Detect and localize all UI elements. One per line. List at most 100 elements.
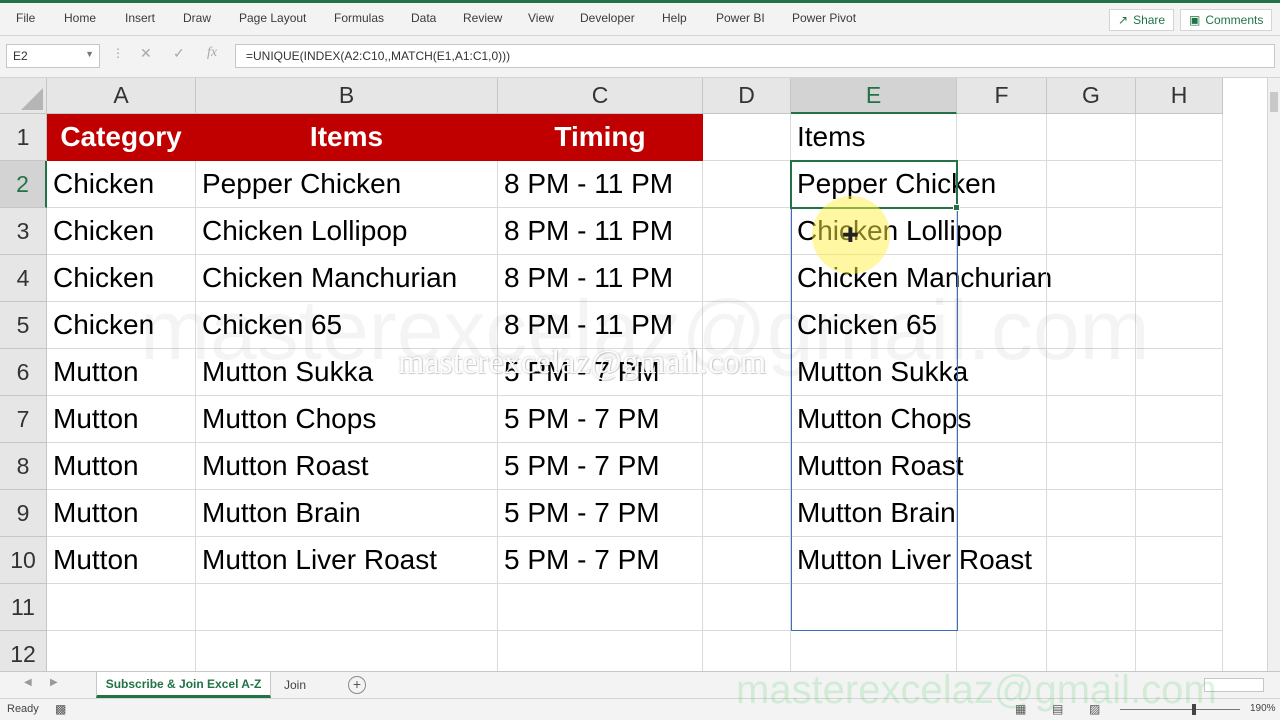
row-header-10[interactable]: 10 (0, 537, 47, 584)
row-header-4[interactable]: 4 (0, 255, 47, 302)
tab-help[interactable]: Help (662, 11, 687, 25)
cell-f5[interactable] (957, 302, 1047, 349)
row-header-12[interactable]: 12 (0, 631, 47, 671)
normal-view-icon[interactable]: ▦ (1015, 702, 1026, 716)
cell-f7[interactable] (957, 396, 1047, 443)
vertical-scrollbar[interactable] (1267, 78, 1280, 671)
tab-insert[interactable]: Insert (125, 11, 155, 25)
cell-h10[interactable] (1136, 537, 1223, 584)
cell-c4[interactable]: 8 PM - 11 PM (498, 255, 703, 302)
cell-d8[interactable] (703, 443, 791, 490)
cell-g5[interactable] (1047, 302, 1136, 349)
cell-f12[interactable] (957, 631, 1047, 671)
tab-data[interactable]: Data (411, 11, 436, 25)
cell-c3[interactable]: 8 PM - 11 PM (498, 208, 703, 255)
cell-b11[interactable] (196, 584, 498, 631)
cell-c5[interactable]: 8 PM - 11 PM (498, 302, 703, 349)
cell-a10[interactable]: Mutton (47, 537, 196, 584)
cell-g12[interactable] (1047, 631, 1136, 671)
cell-e3[interactable]: Chicken Lollipop (791, 208, 1002, 255)
cell-d12[interactable] (703, 631, 791, 671)
cell-h2[interactable] (1136, 161, 1223, 208)
vertical-scroll-thumb[interactable] (1270, 92, 1278, 112)
tab-review[interactable]: Review (463, 11, 502, 25)
row-header-9[interactable]: 9 (0, 490, 47, 537)
select-all-corner[interactable] (0, 78, 47, 114)
tab-home[interactable]: Home (64, 11, 96, 25)
cell-b3[interactable]: Chicken Lollipop (196, 208, 498, 255)
cell-e9[interactable]: Mutton Brain (791, 490, 957, 537)
column-header-f[interactable]: F (957, 78, 1047, 114)
column-header-d[interactable]: D (703, 78, 791, 114)
column-header-e[interactable]: E (791, 78, 957, 114)
cell-f9[interactable] (957, 490, 1047, 537)
cell-c12[interactable] (498, 631, 703, 671)
cell-h1[interactable] (1136, 114, 1223, 161)
zoom-level[interactable]: 190% (1250, 703, 1276, 714)
tab-file[interactable]: File (16, 11, 35, 25)
cell-e10[interactable]: Mutton Liver Roast (791, 537, 1032, 584)
cell-b7[interactable]: Mutton Chops (196, 396, 498, 443)
cell-f8[interactable] (957, 443, 1047, 490)
row-header-6[interactable]: 6 (0, 349, 47, 396)
cell-b9[interactable]: Mutton Brain (196, 490, 498, 537)
tab-page-layout[interactable]: Page Layout (239, 11, 306, 25)
cell-a5[interactable]: Chicken (47, 302, 196, 349)
cell-h6[interactable] (1136, 349, 1223, 396)
cell-b10[interactable]: Mutton Liver Roast (196, 537, 498, 584)
cell-e12[interactable] (791, 631, 957, 671)
worksheet-grid[interactable]: A B C D E F G H 1 Category Items Timing Items 2 Chicke… (0, 78, 1267, 671)
cell-d3[interactable] (703, 208, 791, 255)
cell-f1[interactable] (957, 114, 1047, 161)
cell-f6[interactable] (957, 349, 1047, 396)
cell-b2[interactable]: Pepper Chicken (196, 161, 498, 208)
cell-g4[interactable] (1047, 255, 1136, 302)
cell-h12[interactable] (1136, 631, 1223, 671)
chevron-down-icon[interactable]: ▼ (85, 49, 94, 59)
cell-a11[interactable] (47, 584, 196, 631)
column-header-c[interactable]: C (498, 78, 703, 114)
cell-c6[interactable]: 5 PM - 7 PM (498, 349, 703, 396)
cell-b4[interactable]: Chicken Manchurian (196, 255, 498, 302)
column-header-g[interactable]: G (1047, 78, 1136, 114)
cell-b12[interactable] (196, 631, 498, 671)
row-header-8[interactable]: 8 (0, 443, 47, 490)
add-sheet-button[interactable]: + (348, 676, 366, 694)
cell-h7[interactable] (1136, 396, 1223, 443)
column-header-h[interactable]: H (1136, 78, 1223, 114)
cell-g10[interactable] (1047, 537, 1136, 584)
cell-e11[interactable] (791, 584, 957, 631)
tab-view[interactable]: View (528, 11, 554, 25)
cell-e2[interactable]: Pepper Chicken (791, 161, 996, 208)
cell-d1[interactable] (703, 114, 791, 161)
cell-e7[interactable]: Mutton Chops (791, 396, 971, 443)
cell-d7[interactable] (703, 396, 791, 443)
cell-c11[interactable] (498, 584, 703, 631)
comments-button[interactable]: ▣ Comments (1180, 9, 1273, 31)
cell-f11[interactable] (957, 584, 1047, 631)
cell-g6[interactable] (1047, 349, 1136, 396)
cell-b6[interactable]: Mutton Sukka (196, 349, 498, 396)
cell-h3[interactable] (1136, 208, 1223, 255)
cell-g7[interactable] (1047, 396, 1136, 443)
tab-power-pivot[interactable]: Power Pivot (792, 11, 856, 25)
cell-a2[interactable]: Chicken (47, 161, 196, 208)
cell-g8[interactable] (1047, 443, 1136, 490)
cell-e4[interactable]: Chicken Manchurian (791, 255, 1052, 302)
cell-b1[interactable]: Items (196, 114, 498, 161)
cell-b5[interactable]: Chicken 65 (196, 302, 498, 349)
cell-c9[interactable]: 5 PM - 7 PM (498, 490, 703, 537)
row-header-5[interactable]: 5 (0, 302, 47, 349)
row-header-3[interactable]: 3 (0, 208, 47, 255)
macro-record-icon[interactable]: ▩ (55, 702, 66, 716)
name-box[interactable]: E2 ▼ (6, 44, 100, 68)
tab-formulas[interactable]: Formulas (334, 11, 384, 25)
cell-e1[interactable]: Items (791, 114, 957, 161)
cell-a9[interactable]: Mutton (47, 490, 196, 537)
cell-e5[interactable]: Chicken 65 (791, 302, 957, 349)
zoom-slider[interactable] (1120, 709, 1240, 710)
cell-h8[interactable] (1136, 443, 1223, 490)
cancel-icon[interactable]: ✕ (140, 45, 152, 62)
cell-a4[interactable]: Chicken (47, 255, 196, 302)
cell-f10[interactable] (957, 537, 1047, 584)
